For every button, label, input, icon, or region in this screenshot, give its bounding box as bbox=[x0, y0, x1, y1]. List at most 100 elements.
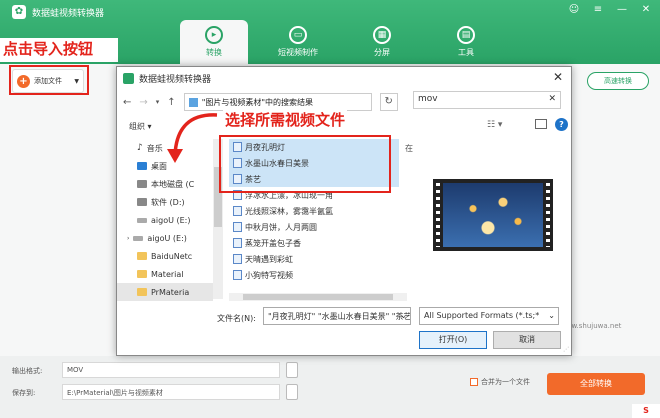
refresh-icon[interactable]: ↻ bbox=[379, 93, 398, 111]
file-item[interactable]: 蒸笼开盖包子香 bbox=[229, 235, 399, 251]
tree-item-aigou-e-root[interactable]: › aigoU (E:) bbox=[117, 229, 213, 247]
tree-label: 本地磁盘 (C bbox=[151, 179, 195, 189]
tab-split-screen[interactable]: ▦ 分屏 bbox=[348, 20, 416, 64]
scroll-thumb[interactable] bbox=[243, 294, 393, 300]
filename-input[interactable]: "月夜孔明灯" "水墨山水春日美景" "茶艺" ⌄ bbox=[263, 307, 411, 325]
chevron-down-icon[interactable]: ⌄ bbox=[548, 311, 555, 320]
file-item[interactable]: 中秋月饼，人月两圆 bbox=[229, 219, 399, 235]
window-controls: ☺ ≡ — ✕ bbox=[568, 4, 652, 15]
help-icon[interactable]: ? bbox=[555, 118, 568, 131]
file-item[interactable]: 小狗特写视频 bbox=[229, 267, 399, 283]
desktop-icon bbox=[137, 162, 147, 170]
minimize-icon[interactable]: — bbox=[616, 4, 628, 15]
file-type-filter[interactable]: All Supported Formats (*.ts;* ⌄ bbox=[419, 307, 559, 325]
usb-drive-icon bbox=[137, 217, 147, 223]
expand-icon[interactable]: › bbox=[127, 235, 129, 242]
open-folder-button[interactable] bbox=[286, 384, 298, 400]
toolbox-icon: ▤ bbox=[457, 26, 475, 44]
tree-label: BaiduNetc bbox=[151, 251, 193, 261]
tree-item-desktop[interactable]: 桌面 bbox=[117, 157, 213, 175]
dialog-titlebar: 数据蛙视频转换器 ✕ bbox=[117, 67, 571, 89]
filter-value: All Supported Formats (*.ts;* bbox=[424, 311, 540, 320]
save-to-field[interactable]: E:\PrMaterial\图片与视频素材 bbox=[62, 384, 280, 400]
search-results-icon bbox=[188, 97, 198, 107]
chevron-down-icon[interactable]: ⌄ bbox=[400, 311, 407, 320]
address-text: "图片与视频素材"中的搜索结果 bbox=[201, 97, 314, 107]
hd-convert-button[interactable]: 高速转换 bbox=[587, 72, 649, 90]
recent-dropdown-icon[interactable]: ▾ bbox=[156, 98, 160, 106]
file-item[interactable]: 光线照深林，雾霭半氤氲 bbox=[229, 203, 399, 219]
tree-item-music[interactable]: ♪ 音乐 bbox=[117, 139, 213, 157]
location-hint: 在 bbox=[405, 144, 413, 153]
video-file-icon bbox=[233, 238, 242, 248]
video-file-icon bbox=[233, 270, 242, 280]
tree-item-prmaterial[interactable]: PrMateria bbox=[117, 283, 213, 301]
search-input[interactable]: mov ✕ bbox=[413, 91, 561, 109]
highlight-add-file bbox=[9, 65, 89, 95]
filename-value: "月夜孔明灯" "水墨山水春日美景" "茶艺" bbox=[268, 312, 411, 321]
tree-label: PrMateria bbox=[151, 287, 190, 297]
open-button[interactable]: 打开(O) bbox=[419, 331, 487, 349]
dialog-close-icon[interactable]: ✕ bbox=[553, 70, 563, 84]
file-name: 蒸笼开盖包子香 bbox=[245, 238, 301, 248]
dialog-title: 数据蛙视频转换器 bbox=[139, 74, 212, 85]
film-sprocket-right bbox=[546, 183, 550, 247]
annotation-click-import: 点击导入按钮 bbox=[0, 38, 118, 62]
skin-icon[interactable]: ☺ bbox=[568, 4, 580, 15]
forward-icon[interactable]: → bbox=[139, 97, 147, 108]
video-file-icon bbox=[233, 254, 242, 264]
search-value: mov bbox=[418, 94, 438, 104]
short-video-icon: ▭ bbox=[289, 26, 307, 44]
tree-item-disk-d[interactable]: 软件 (D:) bbox=[117, 193, 213, 211]
output-format-label: 输出格式: bbox=[12, 367, 43, 375]
tab-convert[interactable]: ▸ 转换 bbox=[180, 20, 248, 64]
file-name: 光线照深林，雾霭半氤氲 bbox=[245, 206, 333, 216]
merge-label: 合并为一个文件 bbox=[481, 378, 530, 386]
video-preview bbox=[433, 179, 553, 251]
corner-badge: S bbox=[632, 404, 660, 418]
video-file-icon bbox=[233, 222, 242, 232]
cancel-button[interactable]: 取消 bbox=[493, 331, 561, 349]
tab-tools[interactable]: ▤ 工具 bbox=[432, 20, 500, 64]
tree-item-disk-c[interactable]: 本地磁盘 (C bbox=[117, 175, 213, 193]
app-logo-icon: ✿ bbox=[12, 5, 26, 19]
file-name: 天晴遇到彩虹 bbox=[245, 254, 293, 264]
save-to-label: 保存到: bbox=[12, 389, 36, 397]
view-options-icon[interactable]: ☷ ▾ bbox=[487, 120, 502, 130]
up-icon[interactable]: ↑ bbox=[167, 97, 175, 108]
preview-pane-icon[interactable] bbox=[535, 119, 547, 129]
tab-label: 短视频制作 bbox=[278, 48, 318, 57]
tree-label: Material bbox=[151, 269, 184, 279]
tree-label: aigoU (E:) bbox=[147, 233, 187, 243]
navigation-tree: ♪ 音乐 桌面 本地磁盘 (C 软件 (D:) aigoU (E:) › aig… bbox=[117, 139, 213, 301]
merge-checkbox[interactable] bbox=[470, 378, 478, 386]
file-item[interactable]: 天晴遇到彩虹 bbox=[229, 251, 399, 267]
tab-label: 工具 bbox=[458, 48, 474, 57]
dialog-logo-icon bbox=[123, 72, 134, 84]
merge-option[interactable]: 合并为一个文件 bbox=[470, 377, 530, 387]
output-format-row: 输出格式: MOV bbox=[12, 362, 298, 378]
file-list-hscrollbar[interactable] bbox=[229, 293, 407, 301]
output-format-field[interactable]: MOV bbox=[62, 362, 280, 378]
tab-label: 分屏 bbox=[374, 48, 390, 57]
tab-short-video[interactable]: ▭ 短视频制作 bbox=[264, 20, 332, 64]
organize-button[interactable]: 组织 ▾ bbox=[129, 121, 152, 132]
tree-item-aigou-e[interactable]: aigoU (E:) bbox=[117, 211, 213, 229]
folder-icon bbox=[137, 270, 147, 278]
preview-thumbnail bbox=[443, 183, 543, 247]
video-file-icon bbox=[233, 206, 242, 216]
annotation-select-files: 选择所需视频文件 bbox=[223, 109, 348, 130]
file-name: 小狗特写视频 bbox=[245, 270, 293, 280]
tree-label: 音乐 bbox=[146, 143, 163, 153]
clear-search-icon[interactable]: ✕ bbox=[548, 94, 556, 104]
tree-item-material[interactable]: Material bbox=[117, 265, 213, 283]
convert-all-button[interactable]: 全部转换 bbox=[547, 373, 645, 395]
highlight-selected-files bbox=[219, 135, 391, 193]
folder-icon bbox=[137, 288, 147, 296]
format-settings-button[interactable] bbox=[286, 362, 298, 378]
tree-item-baidunet[interactable]: BaiduNetc bbox=[117, 247, 213, 265]
back-icon[interactable]: ← bbox=[123, 97, 131, 108]
close-icon[interactable]: ✕ bbox=[640, 4, 652, 15]
menu-icon[interactable]: ≡ bbox=[592, 4, 604, 15]
resize-grip-icon[interactable]: ⋰ bbox=[563, 346, 569, 353]
